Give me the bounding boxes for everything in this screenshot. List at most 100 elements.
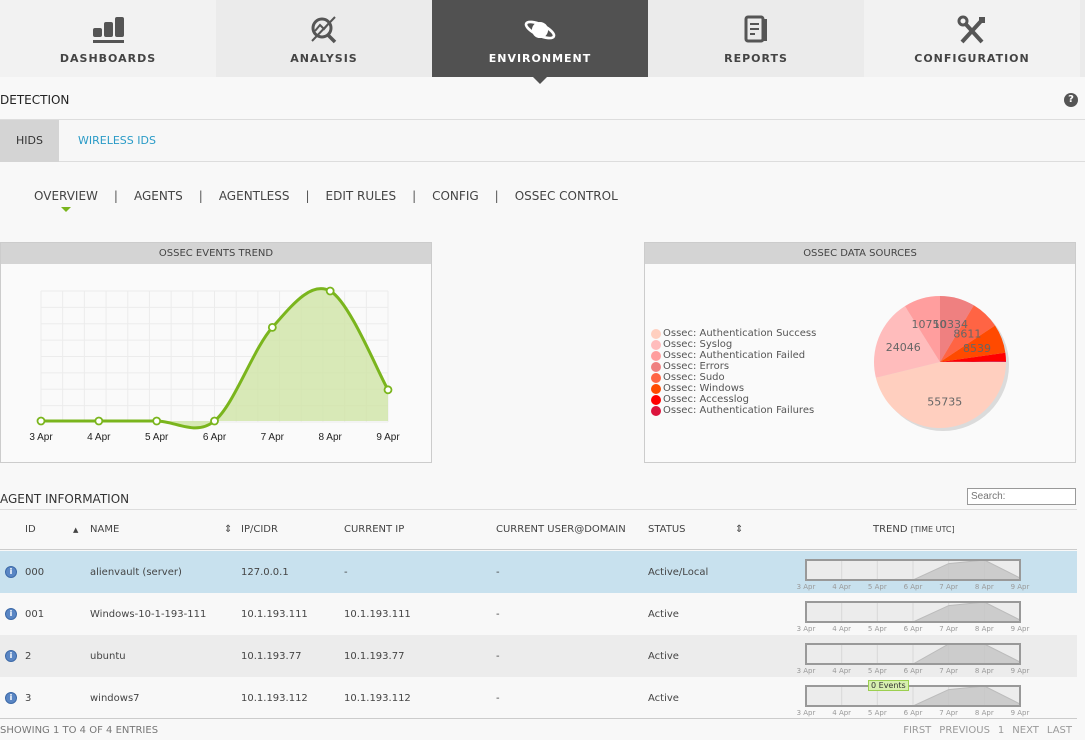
menu-edit-rules[interactable]: EDIT RULES	[326, 189, 397, 203]
cell-id: 3	[25, 693, 32, 704]
pie-value-label: 8611	[953, 327, 981, 340]
menu-separator: |	[198, 189, 203, 203]
cell-name: alienvault (server)	[90, 567, 182, 578]
sparkline-tick-label: 5 Apr	[868, 625, 887, 633]
sparkline-tick-label: 9 Apr	[1011, 709, 1030, 717]
col-ip-cidr[interactable]: IP/CIDR	[241, 524, 278, 535]
sparkline-tick-label: 3 Apr	[797, 583, 816, 591]
cell-ip: 127.0.0.1	[241, 567, 289, 578]
sparkline-tick-label: 5 Apr	[868, 709, 887, 717]
sort-asc-icon[interactable]: ▲	[73, 526, 78, 534]
pager-next[interactable]: NEXT	[1012, 725, 1039, 736]
sparkline-tick-label: 4 Apr	[832, 709, 851, 717]
sparkline-tick-label: 7 Apr	[939, 709, 958, 717]
col-id[interactable]: ID	[25, 524, 36, 535]
tools-icon	[955, 14, 989, 46]
sparkline-tick-label: 9 Apr	[1011, 625, 1030, 633]
col-trend-suffix: [TIME UTC]	[910, 525, 955, 534]
events-trend-panel: OSSEC EVENTS TREND 3 Apr 4 Apr 5 Apr 6 Apr 7…	[0, 242, 432, 463]
cell-id: 000	[25, 567, 45, 578]
pie-value-label: 24046	[886, 341, 921, 354]
table-row[interactable]: i 000 alienvault (server) 127.0.0.1 - - Active…	[0, 551, 1077, 593]
sort-icon[interactable]: ⇕	[224, 524, 232, 535]
menu-separator: |	[113, 189, 118, 203]
trend-sparkline: 3 Apr 4 Apr 5 Apr 6 Apr 7 Apr 8 Apr 9 Apr	[797, 685, 1030, 717]
help-icon[interactable]: ?	[1064, 93, 1078, 107]
x-tick-label: 8 Apr	[318, 432, 342, 443]
sparkline-tick-label: 9 Apr	[1011, 583, 1030, 591]
trend-tooltip: 0 Events	[868, 680, 909, 691]
cell-id: 001	[25, 609, 45, 620]
nav-tab-environment[interactable]: ENVIRONMENT	[432, 0, 648, 84]
col-status[interactable]: STATUS	[648, 524, 686, 535]
document-icon	[739, 14, 773, 46]
pager-first[interactable]: FIRST	[903, 725, 931, 736]
cell-status: Active	[648, 651, 679, 662]
x-tick-label: 3 Apr	[29, 432, 53, 443]
search-input[interactable]	[967, 488, 1076, 505]
sparkline-tick-label: 4 Apr	[832, 625, 851, 633]
sort-icon[interactable]: ⇕	[735, 524, 743, 535]
cell-name: ubuntu	[90, 651, 126, 662]
info-icon[interactable]: i	[5, 650, 17, 662]
cell-current-ip: 10.1.193.111	[344, 609, 411, 620]
cell-status: Active	[648, 693, 679, 704]
pager-previous[interactable]: PREVIOUS	[939, 725, 990, 736]
nav-tab-configuration[interactable]: CONFIGURATION	[864, 0, 1080, 77]
menu-agentless[interactable]: AGENTLESS	[219, 189, 290, 203]
info-icon[interactable]: i	[5, 692, 17, 704]
sparkline-tick-label: 7 Apr	[939, 583, 958, 591]
sparkline-tick-label: 6 Apr	[904, 667, 923, 675]
cell-ip: 10.1.193.111	[241, 609, 308, 620]
table-row[interactable]: i 3 windows7 10.1.193.112 10.1.193.112 - Activ…	[0, 677, 1077, 719]
cell-id: 2	[25, 651, 32, 662]
sparkline-tick-label: 4 Apr	[832, 583, 851, 591]
planet-icon	[523, 14, 557, 46]
sparkline-tick-label: 9 Apr	[1011, 667, 1030, 675]
tab-hids[interactable]: HIDS	[0, 120, 59, 162]
pager-last[interactable]: LAST	[1047, 725, 1072, 736]
nav-tab-label: ANALYSIS	[290, 52, 358, 65]
menu-ossec-control[interactable]: OSSEC CONTROL	[515, 189, 618, 203]
events-trend-chart: 3 Apr 4 Apr 5 Apr 6 Apr 7 Apr 8 Apr 9 Apr	[29, 286, 400, 443]
info-icon[interactable]: i	[5, 608, 17, 620]
trend-point	[210, 416, 219, 426]
nav-filler	[1080, 0, 1085, 77]
menu-overview[interactable]: OVERVIEW	[34, 189, 98, 212]
menu-agents[interactable]: AGENTS	[134, 189, 183, 203]
sparkline-tick-label: 6 Apr	[904, 583, 923, 591]
trend-sparkline: 3 Apr 4 Apr 5 Apr 6 Apr 7 Apr 8 Apr 9 Apr	[797, 601, 1030, 633]
nav-tab-analysis[interactable]: ANALYSIS	[216, 0, 432, 77]
info-icon[interactable]: i	[5, 566, 17, 578]
nav-tab-label: ENVIRONMENT	[488, 52, 592, 65]
sparkline-tick-label: 3 Apr	[797, 709, 816, 717]
trend-point	[152, 416, 162, 426]
sparkline-tick-label: 6 Apr	[904, 625, 923, 633]
col-name[interactable]: NAME	[90, 524, 119, 535]
cell-status: Active/Local	[648, 567, 709, 578]
pager-page[interactable]: 1	[998, 725, 1004, 736]
tab-wireless-ids[interactable]: WIRELESS IDS	[78, 120, 156, 162]
cell-name: windows7	[90, 693, 140, 704]
table-row[interactable]: i 2 ubuntu 10.1.193.77 10.1.193.77 - Active 3 A…	[0, 635, 1077, 677]
nav-tab-label: REPORTS	[724, 52, 788, 65]
table-row[interactable]: i 001 Windows-10-1-193-111 10.1.193.111 10.1…	[0, 593, 1077, 635]
col-current-ip[interactable]: CURRENT IP	[344, 524, 404, 535]
menu-separator: |	[494, 189, 499, 203]
panel-title: OSSEC EVENTS TREND	[1, 243, 431, 264]
cell-name: Windows-10-1-193-111	[90, 609, 207, 620]
col-current-user[interactable]: CURRENT USER@DOMAIN	[496, 524, 626, 535]
nav-tab-label: DASHBOARDS	[59, 52, 157, 65]
x-tick-label: 9 Apr	[376, 432, 400, 443]
bar-chart-icon	[91, 14, 125, 46]
cell-user: -	[496, 567, 500, 578]
subtabs: HIDS WIRELESS IDS	[0, 120, 1085, 162]
trend-sparkline: 3 Apr 4 Apr 5 Apr 6 Apr 7 Apr 8 Apr 9 Apr	[797, 559, 1030, 591]
menu-separator: |	[412, 189, 417, 203]
entries-info: SHOWING 1 TO 4 OF 4 ENTRIES	[0, 725, 159, 736]
trend-point	[267, 323, 277, 332]
trend-sparkline: 3 Apr 4 Apr 5 Apr 6 Apr 7 Apr 8 Apr 9 Apr	[797, 643, 1030, 675]
nav-tab-dashboards[interactable]: DASHBOARDS	[0, 0, 216, 77]
menu-config[interactable]: CONFIG	[432, 189, 479, 203]
nav-tab-reports[interactable]: REPORTS	[648, 0, 864, 77]
